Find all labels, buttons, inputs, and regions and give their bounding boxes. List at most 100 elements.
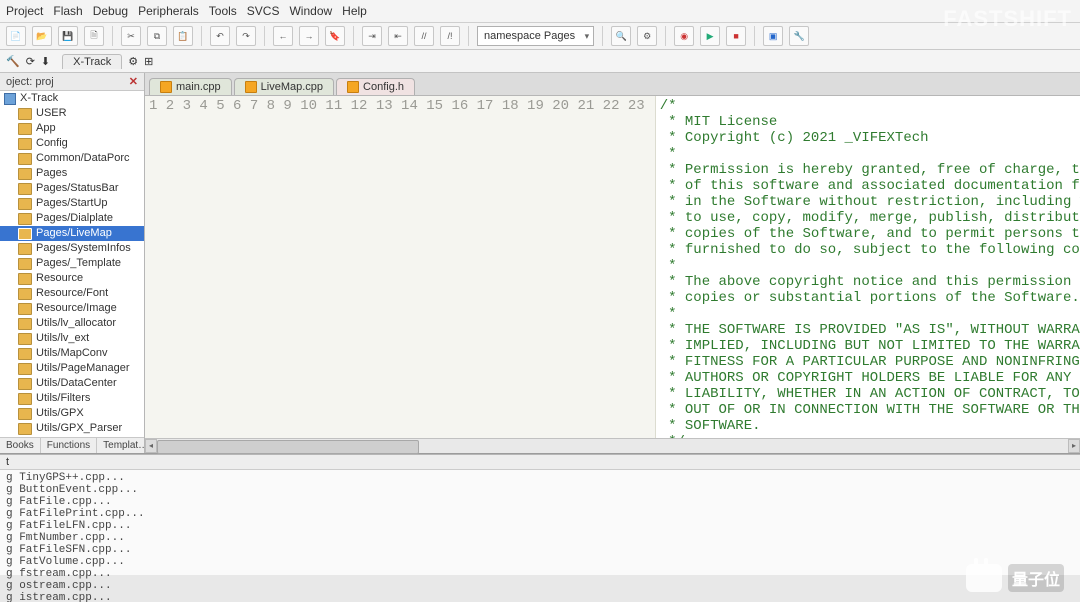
tb-redo-icon[interactable]: ↷ bbox=[236, 26, 256, 46]
tb-back-icon[interactable]: ← bbox=[273, 26, 293, 46]
tree-node[interactable]: X-Track bbox=[0, 91, 144, 106]
tb2-opts-icon[interactable]: ⚙ bbox=[128, 55, 138, 68]
tree-node[interactable]: Pages/_Template bbox=[0, 256, 144, 271]
menu-item-debug[interactable]: Debug bbox=[93, 4, 128, 18]
tree-node[interactable]: USER bbox=[0, 106, 144, 121]
tree-node[interactable]: Utils/GPX_Parser bbox=[0, 421, 144, 436]
folder-icon bbox=[18, 333, 32, 345]
menu-item-window[interactable]: Window bbox=[289, 4, 332, 18]
tb-indent-icon[interactable]: ⇥ bbox=[362, 26, 382, 46]
tree-node[interactable]: Pages/StartUp bbox=[0, 196, 144, 211]
folder-icon bbox=[18, 168, 32, 180]
menu-item-flash[interactable]: Flash bbox=[53, 4, 82, 18]
tree-node-label: Pages/_Template bbox=[36, 256, 121, 271]
tree-node[interactable]: Utils/Filters bbox=[0, 391, 144, 406]
tb-outdent-icon[interactable]: ⇤ bbox=[388, 26, 408, 46]
tree-node[interactable]: Utils/DataCenter bbox=[0, 376, 144, 391]
tree-node-label: Pages bbox=[36, 166, 67, 181]
tree-node-label: Pages/Dialplate bbox=[36, 211, 113, 226]
tb2-rebuild-icon[interactable]: ⟳ bbox=[26, 55, 35, 68]
tree-node[interactable]: Utils/GPX bbox=[0, 406, 144, 421]
menu-item-project[interactable]: Project bbox=[6, 4, 43, 18]
project-tree[interactable]: X-TrackUSERAppConfigCommon/DataPorcPages… bbox=[0, 91, 144, 437]
tree-node[interactable]: Utils/PageManager bbox=[0, 361, 144, 376]
tb-paste-icon[interactable]: 📋 bbox=[173, 26, 193, 46]
tree-node[interactable]: Common/DataPorc bbox=[0, 151, 144, 166]
tb-cut-icon[interactable]: ✂ bbox=[121, 26, 141, 46]
tree-node[interactable]: Pages/Dialplate bbox=[0, 211, 144, 226]
file-tab-label: Config.h bbox=[363, 81, 404, 93]
folder-icon bbox=[18, 108, 32, 120]
file-icon bbox=[347, 81, 359, 93]
tb-find-icon[interactable]: 🔍 bbox=[611, 26, 631, 46]
sidebar-header: oject: proj ✕ bbox=[0, 73, 144, 91]
tb-window-icon[interactable]: ▣ bbox=[763, 26, 783, 46]
sidebar-bottom-tab[interactable]: Books bbox=[0, 438, 41, 453]
file-icon bbox=[245, 81, 257, 93]
target-tab[interactable]: X-Track bbox=[62, 54, 122, 69]
file-tab[interactable]: Config.h bbox=[336, 78, 415, 95]
horizontal-scrollbar[interactable]: ◂ ▸ bbox=[145, 438, 1080, 453]
tb-save-icon[interactable]: 💾 bbox=[58, 26, 78, 46]
tb-tools-icon[interactable]: 🔧 bbox=[789, 26, 809, 46]
line-gutter: 1 2 3 4 5 6 7 8 9 10 11 12 13 14 15 16 1… bbox=[145, 96, 656, 438]
tb-debug-icon[interactable]: ◉ bbox=[674, 26, 694, 46]
scroll-right-icon[interactable]: ▸ bbox=[1068, 439, 1080, 453]
tree-node-label: Pages/SystemInfos bbox=[36, 241, 131, 256]
file-tab[interactable]: main.cpp bbox=[149, 78, 232, 95]
tree-node[interactable]: Resource/Image bbox=[0, 301, 144, 316]
tree-node[interactable]: App bbox=[0, 121, 144, 136]
tree-node-label: App bbox=[36, 121, 56, 136]
folder-icon bbox=[18, 348, 32, 360]
tb-undo-icon[interactable]: ↶ bbox=[210, 26, 230, 46]
tree-node[interactable]: Utils/lv_allocator bbox=[0, 316, 144, 331]
menu-item-svcs[interactable]: SVCS bbox=[247, 4, 280, 18]
sidebar-header-text: oject: proj bbox=[6, 76, 54, 88]
tree-node-label: X-Track bbox=[20, 91, 58, 106]
scroll-thumb[interactable] bbox=[157, 440, 419, 454]
tree-node-label: Utils/lv_allocator bbox=[36, 316, 116, 331]
output-header: t bbox=[0, 455, 1080, 470]
tree-node[interactable]: Resource/Font bbox=[0, 286, 144, 301]
tree-node[interactable]: Pages/SystemInfos bbox=[0, 241, 144, 256]
folder-icon bbox=[18, 153, 32, 165]
tb2-download-icon[interactable]: ⬇ bbox=[41, 55, 50, 68]
tree-node[interactable]: Pages/StatusBar bbox=[0, 181, 144, 196]
file-tab[interactable]: LiveMap.cpp bbox=[234, 78, 334, 95]
sidebar-bottom-tab[interactable]: Functions bbox=[41, 438, 97, 453]
file-tab-label: main.cpp bbox=[176, 81, 221, 93]
editor-pane: main.cpp LiveMap.cpp Config.h 1 2 3 4 5 6 … bbox=[145, 73, 1080, 453]
tree-node[interactable]: Resource bbox=[0, 271, 144, 286]
tb-build-icon[interactable]: ▶ bbox=[700, 26, 720, 46]
code-area: 1 2 3 4 5 6 7 8 9 10 11 12 13 14 15 16 1… bbox=[145, 96, 1080, 438]
scroll-left-icon[interactable]: ◂ bbox=[145, 439, 157, 453]
tb-comment-icon[interactable]: // bbox=[414, 26, 434, 46]
folder-icon bbox=[18, 183, 32, 195]
menu-item-tools[interactable]: Tools bbox=[209, 4, 237, 18]
tb-open-icon[interactable]: 📂 bbox=[32, 26, 52, 46]
tree-node[interactable]: Utils/MapConv bbox=[0, 346, 144, 361]
sidebar-close-icon[interactable]: ✕ bbox=[129, 75, 138, 88]
tb-fwd-icon[interactable]: → bbox=[299, 26, 319, 46]
folder-icon bbox=[18, 123, 32, 135]
code-text[interactable]: /* * MIT License * Copyright (c) 2021 _V… bbox=[656, 96, 1080, 438]
tree-node[interactable]: Config bbox=[0, 136, 144, 151]
namespace-combo[interactable]: namespace Pages bbox=[477, 26, 594, 46]
menu-item-peripherals[interactable]: Peripherals bbox=[138, 4, 199, 18]
tb2-manage-icon[interactable]: ⊞ bbox=[144, 55, 153, 68]
tb-bookmark-icon[interactable]: 🔖 bbox=[325, 26, 345, 46]
tb2-build-icon[interactable]: 🔨 bbox=[6, 55, 20, 68]
tb-copy-icon[interactable]: ⧉ bbox=[147, 26, 167, 46]
main-columns: oject: proj ✕ X-TrackUSERAppConfigCommon… bbox=[0, 73, 1080, 454]
tb-uncomment-icon[interactable]: /! bbox=[440, 26, 460, 46]
tree-node[interactable]: Pages bbox=[0, 166, 144, 181]
project-sidebar: oject: proj ✕ X-TrackUSERAppConfigCommon… bbox=[0, 73, 145, 453]
tb-config-icon[interactable]: ⚙ bbox=[637, 26, 657, 46]
folder-icon bbox=[18, 363, 32, 375]
tree-node[interactable]: Utils/lv_ext bbox=[0, 331, 144, 346]
tb-saveall-icon[interactable]: 🗎 bbox=[84, 26, 104, 46]
tb-new-icon[interactable]: 📄 bbox=[6, 26, 26, 46]
menu-item-help[interactable]: Help bbox=[342, 4, 367, 18]
tree-node[interactable]: Pages/LiveMap bbox=[0, 226, 144, 241]
tb-stop-icon[interactable]: ■ bbox=[726, 26, 746, 46]
